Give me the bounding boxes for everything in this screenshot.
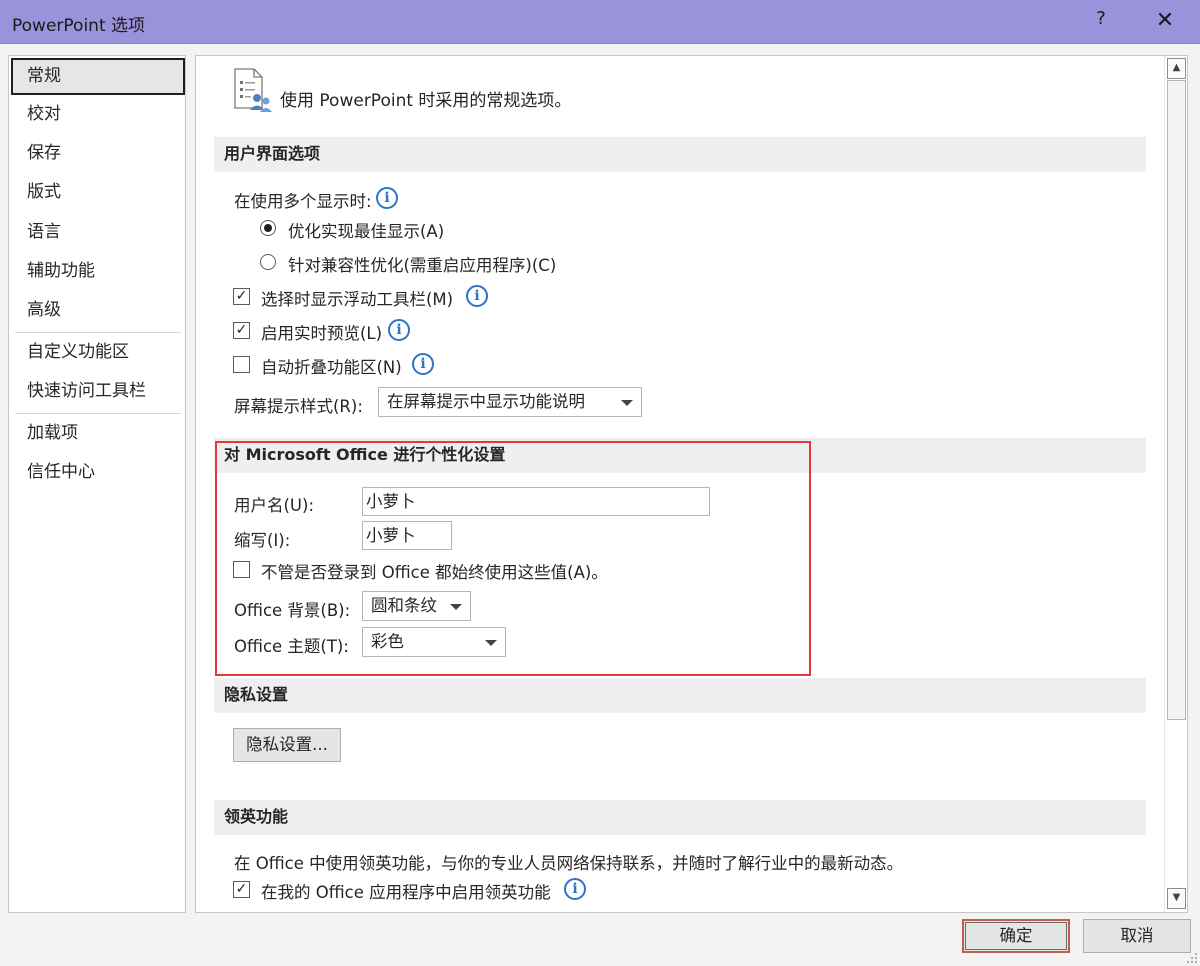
help-button[interactable]: ? xyxy=(1090,8,1112,34)
office-background-label: Office 背景(B): xyxy=(234,601,351,620)
sidebar-item-quick-access-toolbar[interactable]: 快速访问工具栏 xyxy=(11,373,185,410)
section-privacy: 隐私设置 xyxy=(214,678,1146,713)
sidebar-item-general[interactable]: 常规 xyxy=(11,58,185,95)
radio-best-display-label[interactable]: 优化实现最佳显示(A) xyxy=(288,218,444,242)
office-background-value: 圆和条纹 xyxy=(371,596,437,615)
checkbox-live-preview-label[interactable]: 启用实时预览(L) xyxy=(261,320,382,344)
office-theme-label: Office 主题(T): xyxy=(234,637,349,656)
screentip-dropdown[interactable]: 在屏幕提示中显示功能说明 xyxy=(378,387,642,417)
title-bar: PowerPoint 选项 ? ✕ xyxy=(0,0,1200,44)
checkbox-mini-toolbar-label[interactable]: 选择时显示浮动工具栏(M) xyxy=(261,286,453,310)
sidebar-divider xyxy=(15,413,181,414)
info-icon[interactable]: i xyxy=(564,878,586,900)
sidebar-item-trust-center[interactable]: 信任中心 xyxy=(11,454,185,491)
info-icon[interactable]: i xyxy=(466,285,488,307)
checkbox-collapse-ribbon[interactable] xyxy=(233,356,250,373)
sidebar-item-proofing[interactable]: 校对 xyxy=(11,96,185,133)
sidebar-item-advanced[interactable]: 高级 xyxy=(11,292,185,329)
sidebar-item-language[interactable]: 语言 xyxy=(11,214,185,251)
screentip-value: 在屏幕提示中显示功能说明 xyxy=(387,392,585,411)
info-icon[interactable]: i xyxy=(376,187,398,209)
initials-input[interactable]: 小萝卜 xyxy=(362,521,452,550)
sidebar-item-add-ins[interactable]: 加载项 xyxy=(11,415,185,452)
initials-label: 缩写(I): xyxy=(234,531,291,550)
options-content: 使用 PowerPoint 时采用的常规选项。 用户界面选项 在使用多个显示时:… xyxy=(195,55,1188,913)
window-title: PowerPoint 选项 xyxy=(12,16,146,36)
checkbox-always-use-values-label[interactable]: 不管是否登录到 Office 都始终使用这些值(A)。 xyxy=(261,559,608,583)
scroll-down-button[interactable]: ▼ xyxy=(1167,888,1186,909)
linkedin-description: 在 Office 中使用领英功能，与你的专业人员网络保持联系，并随时了解行业中的… xyxy=(234,854,904,873)
section-ui-options: 用户界面选项 xyxy=(214,137,1146,172)
section-personalize: 对 Microsoft Office 进行个性化设置 xyxy=(214,438,1146,473)
general-options-icon xyxy=(232,68,274,114)
scroll-thumb[interactable] xyxy=(1167,80,1186,720)
office-theme-value: 彩色 xyxy=(371,632,404,651)
checkbox-always-use-values[interactable] xyxy=(233,561,250,578)
office-background-dropdown[interactable]: 圆和条纹 xyxy=(362,591,471,621)
scroll-up-button[interactable]: ▲ xyxy=(1167,58,1186,79)
sidebar-item-accessibility[interactable]: 辅助功能 xyxy=(11,253,185,290)
ok-button[interactable]: 确定 xyxy=(962,919,1070,953)
chevron-down-icon xyxy=(621,400,633,406)
info-icon[interactable]: i xyxy=(388,319,410,341)
checkbox-mini-toolbar[interactable]: ✓ xyxy=(233,288,250,305)
general-header-text: 使用 PowerPoint 时采用的常规选项。 xyxy=(280,91,572,111)
ok-button-label: 确定 xyxy=(999,926,1033,945)
vertical-scrollbar[interactable]: ▲ ▼ xyxy=(1164,56,1187,912)
checkbox-collapse-ribbon-label[interactable]: 自动折叠功能区(N) xyxy=(261,354,402,378)
sidebar: 常规 校对 保存 版式 语言 辅助功能 高级 自定义功能区 快速访问工具栏 加载… xyxy=(8,55,186,913)
sidebar-item-typography[interactable]: 版式 xyxy=(11,174,185,211)
resize-grip-icon[interactable] xyxy=(1186,952,1198,964)
cancel-button[interactable]: 取消 xyxy=(1083,919,1191,953)
close-button[interactable]: ✕ xyxy=(1150,8,1180,36)
radio-best-display[interactable] xyxy=(260,220,276,236)
office-theme-dropdown[interactable]: 彩色 xyxy=(362,627,506,657)
chevron-down-icon xyxy=(485,640,497,646)
info-icon[interactable]: i xyxy=(412,353,434,375)
sidebar-item-customize-ribbon[interactable]: 自定义功能区 xyxy=(11,334,185,371)
checkbox-enable-linkedin-label[interactable]: 在我的 Office 应用程序中启用领英功能 xyxy=(261,879,551,903)
privacy-settings-button[interactable]: 隐私设置... xyxy=(233,728,341,762)
radio-compatibility[interactable] xyxy=(260,254,276,270)
checkbox-enable-linkedin[interactable]: ✓ xyxy=(233,881,250,898)
sidebar-item-save[interactable]: 保存 xyxy=(11,135,185,172)
chevron-down-icon xyxy=(450,604,462,610)
section-linkedin: 领英功能 xyxy=(214,800,1146,835)
checkbox-live-preview[interactable]: ✓ xyxy=(233,322,250,339)
username-input[interactable]: 小萝卜 xyxy=(362,487,710,516)
username-label: 用户名(U): xyxy=(234,496,315,515)
radio-compatibility-label[interactable]: 针对兼容性优化(需重启应用程序)(C) xyxy=(288,252,556,276)
screentip-label: 屏幕提示样式(R): xyxy=(234,397,363,416)
multi-display-label: 在使用多个显示时: xyxy=(234,192,372,211)
sidebar-divider xyxy=(15,332,181,333)
